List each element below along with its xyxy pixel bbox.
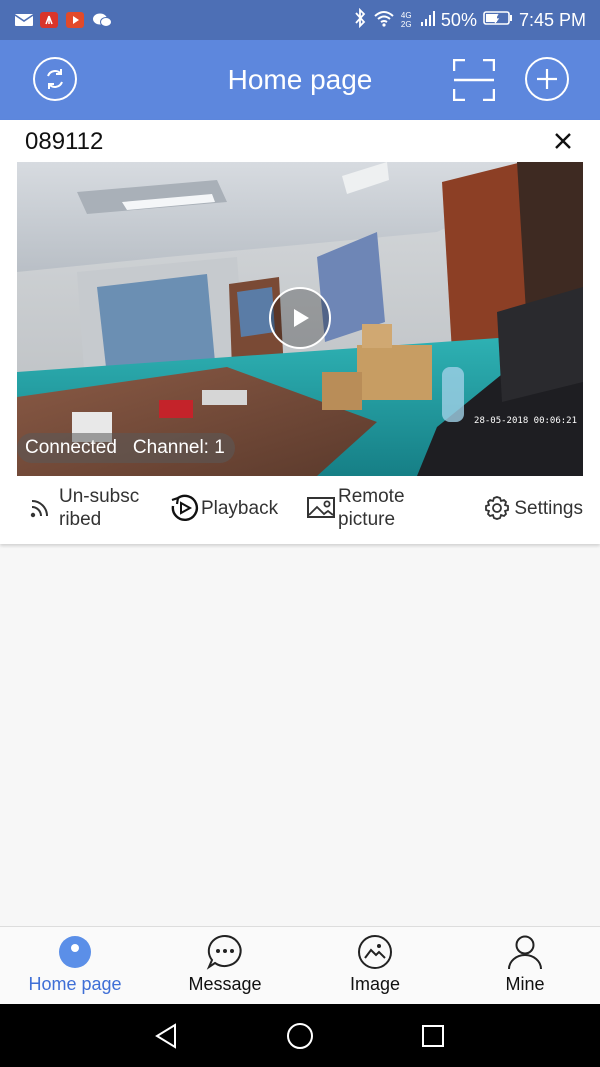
recents-icon[interactable] [421,1024,445,1048]
home-icon[interactable] [286,1022,314,1050]
scan-button[interactable] [452,58,496,102]
mail-icon [14,12,34,28]
app-bar: Home page [0,40,600,120]
settings-label: Settings [514,497,583,519]
scan-icon [452,58,496,102]
settings-button[interactable]: Settings [453,477,583,539]
tab-mine[interactable]: Mine [450,927,600,1005]
close-button[interactable] [550,128,576,154]
play-button[interactable] [269,287,331,349]
camera-icon [59,936,91,968]
channel-label: Channel: 1 [132,437,225,458]
battery-percent: 50% [440,9,477,30]
playback-label: Playback [200,497,279,519]
tab-image-label: Image [349,974,401,994]
video-timestamp: 28-05-2018 00:06:21 [474,416,577,426]
camera-preview[interactable]: 28-05-2018 00:06:21 [17,162,583,476]
wifi-icon [373,9,395,32]
rss-icon [30,500,48,518]
bluetooth-icon [353,7,367,33]
subscribe-button[interactable]: Un-subsc ribed [17,477,169,539]
tab-message[interactable]: Message [150,927,300,1005]
connection-status: Connected Channel: 1 [17,433,235,463]
remote-picture-button[interactable]: Remote picture [306,477,453,539]
battery-icon [483,10,513,31]
page-title: Home page [227,64,373,95]
playback-button[interactable]: Playback [169,477,306,539]
video-app-icon [66,12,84,28]
bottom-tab-bar: Home page Message Image Mine [0,926,600,1005]
system-navigation-bar [0,1004,600,1067]
add-icon [537,69,557,89]
device-name: 089112 [25,128,104,155]
tab-message-label: Message [188,974,262,994]
huawei-app-icon [40,12,58,28]
back-icon[interactable] [153,1023,179,1049]
message-icon [206,934,242,970]
wechat-icon [92,12,112,28]
network-type: 4G 2G [400,11,412,29]
tab-image[interactable]: Image [300,927,450,1005]
device-card: 089112 28-05-2018 00:06:21 Connected Cha… [0,120,600,544]
tab-home[interactable]: Home page [0,927,150,1005]
status-bar: 4G 2G 50% 7:45 PM [0,0,600,40]
playback-icon [171,494,199,522]
tab-home-label: Home page [28,974,122,994]
signal-icon [420,9,435,32]
close-icon [555,133,571,149]
person-icon [508,935,542,970]
image-icon [358,935,392,969]
tab-mine-label: Mine [505,974,545,994]
device-actions: Un-subsc ribed Playback Remote picture S… [17,477,583,539]
play-icon [294,309,309,327]
clock: 7:45 PM [518,9,586,30]
connection-state: Connected [25,437,117,458]
settings-icon [485,496,510,520]
add-device-button[interactable] [525,57,569,101]
subscribe-label: Un-subsc ribed [59,486,140,530]
remote-picture-label: Remote picture [338,486,405,530]
picture-icon [307,497,335,518]
